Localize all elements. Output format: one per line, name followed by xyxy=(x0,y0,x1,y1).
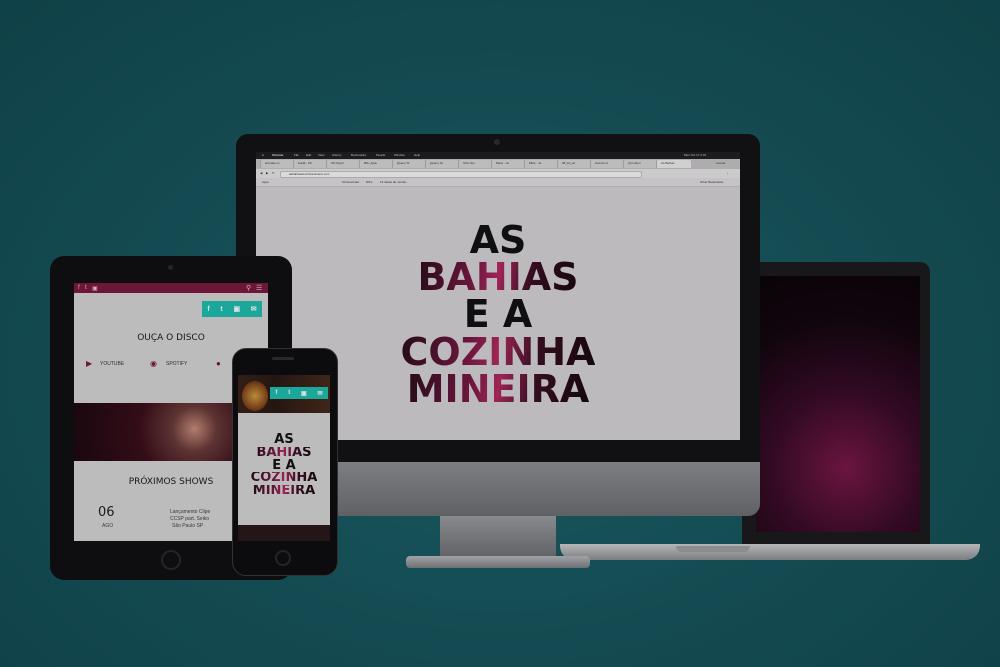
show-city: São Paulo SP xyxy=(172,523,204,529)
menu-icon[interactable]: ⋮ xyxy=(726,172,729,175)
show-venue: CCSP part. Seiko xyxy=(170,516,210,522)
menu-window[interactable]: Window xyxy=(394,154,405,157)
browser-tab[interactable]: (2) Listen xyxy=(623,160,656,168)
other-bookmarks[interactable]: Other Bookmarks xyxy=(700,181,723,184)
browser-tab[interactable]: animate.cs xyxy=(260,160,293,168)
browser-tab[interactable]: 3D Glyph xyxy=(326,160,359,168)
avatar xyxy=(242,381,268,411)
apple-icon[interactable]: ● xyxy=(262,154,264,157)
phone-screen: f t ▣ ✉ AS BAHIAS E A COZINHA MINEIRA xyxy=(238,375,330,541)
tablet-home-button xyxy=(161,550,181,570)
title-line-e-a: E A xyxy=(463,292,533,337)
back-icon[interactable]: ◀ xyxy=(260,172,262,175)
show-day: 06 xyxy=(98,505,115,520)
phone-speaker xyxy=(272,357,294,360)
forward-icon[interactable]: ▶ xyxy=(266,172,268,175)
bookmark-apps[interactable]: Apps xyxy=(262,181,269,184)
title-line-mineira: MINEIRA xyxy=(406,366,590,411)
instagram-icon[interactable]: ▣ xyxy=(301,390,307,397)
show-month: AGO xyxy=(102,523,114,529)
browser-tab[interactable]: load3 - Oh xyxy=(293,160,326,168)
tablet-camera xyxy=(168,265,173,270)
browser-tab[interactable]: jQuery Sl xyxy=(392,160,425,168)
imac-foot xyxy=(406,556,590,568)
listen-heading: OUÇA O DISCO xyxy=(137,333,205,343)
menu-view[interactable]: View xyxy=(318,154,324,157)
laptop-notch xyxy=(676,546,750,552)
youtube-icon[interactable]: ▶ xyxy=(86,359,92,368)
facebook-icon[interactable]: f xyxy=(207,306,209,313)
imac-camera xyxy=(494,139,500,145)
menubar-clock: Mon Oct 17 2:01 xyxy=(684,153,707,157)
instagram-icon[interactable]: ▣ xyxy=(233,305,240,313)
social-bar: f t ▣ ✉ xyxy=(270,387,328,399)
menu-help[interactable]: Help xyxy=(414,154,420,157)
apple-music-icon[interactable]: ● xyxy=(216,359,221,368)
menu-edit[interactable]: Edit xyxy=(306,154,311,157)
address-bar[interactable]: asbahiasacozinhamineira.com xyxy=(280,171,642,178)
search-icon[interactable]: ⚲ xyxy=(246,284,251,292)
mac-menubar: ● Chrome File Edit View History Bookmark… xyxy=(256,152,740,159)
browser-tab[interactable]: Zoomix H xyxy=(590,160,623,168)
youtube-link[interactable]: YOUTUBE xyxy=(100,361,124,367)
browser-tab-active[interactable]: As Bahias xyxy=(656,160,691,168)
browser-tab[interactable]: 08_10_ac xyxy=(557,160,590,168)
spotify-icon[interactable]: ◉ xyxy=(150,359,157,368)
laptop-base xyxy=(560,544,980,560)
hamburger-icon[interactable]: ☰ xyxy=(256,284,262,292)
spotify-link[interactable]: SPOTIFY xyxy=(166,361,187,367)
imac-stand xyxy=(440,516,556,558)
twitter-icon[interactable]: t xyxy=(85,285,87,291)
email-icon[interactable]: ✉ xyxy=(251,305,257,313)
band-title-mobile: AS BAHIAS E A COZINHA MINEIRA xyxy=(238,427,330,505)
instagram-icon[interactable]: ▣ xyxy=(92,285,98,292)
bookmark-item[interactable]: DIFs xyxy=(366,181,372,184)
laptop-screen xyxy=(756,276,920,532)
profile-name[interactable]: Lorena xyxy=(716,162,725,165)
facebook-icon[interactable]: f xyxy=(275,390,277,396)
title-line-mineira: MINEIRA xyxy=(252,483,316,499)
bookmarks-bar xyxy=(256,178,740,187)
browser-tab[interactable]: Mkte - Ju xyxy=(524,160,557,168)
bookmark-item[interactable]: 13 ideias de monitil... xyxy=(380,181,408,184)
menu-people[interactable]: People xyxy=(376,154,385,157)
url-text: asbahiasacozinhamineira.com xyxy=(289,172,330,176)
title-line-bahias: BAHIAS xyxy=(417,255,579,300)
email-icon[interactable]: ✉ xyxy=(318,390,323,397)
phone-home-button xyxy=(275,550,291,566)
bookmark-item[interactable]: ChromeCast xyxy=(342,181,359,184)
browser-tab[interactable]: Shot Sto xyxy=(458,160,491,168)
browser-tab[interactable]: BD+ jQue xyxy=(359,160,392,168)
twitter-icon[interactable]: t xyxy=(288,390,290,396)
browser-tab[interactable]: jQuery Sc xyxy=(425,160,458,168)
app-menu[interactable]: Chrome xyxy=(272,154,283,157)
facebook-icon[interactable]: f xyxy=(78,285,80,291)
title-line-cozinha: COZINHA xyxy=(400,329,596,374)
reload-icon[interactable]: ↻ xyxy=(272,172,275,175)
social-bar: f t ▣ ✉ xyxy=(202,301,262,317)
menu-bookmarks[interactable]: Bookmarks xyxy=(351,154,366,157)
phone-footer-photo xyxy=(238,525,330,541)
show-event[interactable]: Lançamento Clipe xyxy=(170,509,210,515)
twitter-icon[interactable]: t xyxy=(220,306,222,313)
title-line-as: AS xyxy=(469,217,527,262)
browser-tab[interactable]: Mess - Ju xyxy=(491,160,524,168)
tablet-header: f t ▣ ⚲ ☰ xyxy=(74,283,268,293)
menu-history[interactable]: History xyxy=(332,154,341,157)
menu-file[interactable]: File xyxy=(294,154,299,157)
